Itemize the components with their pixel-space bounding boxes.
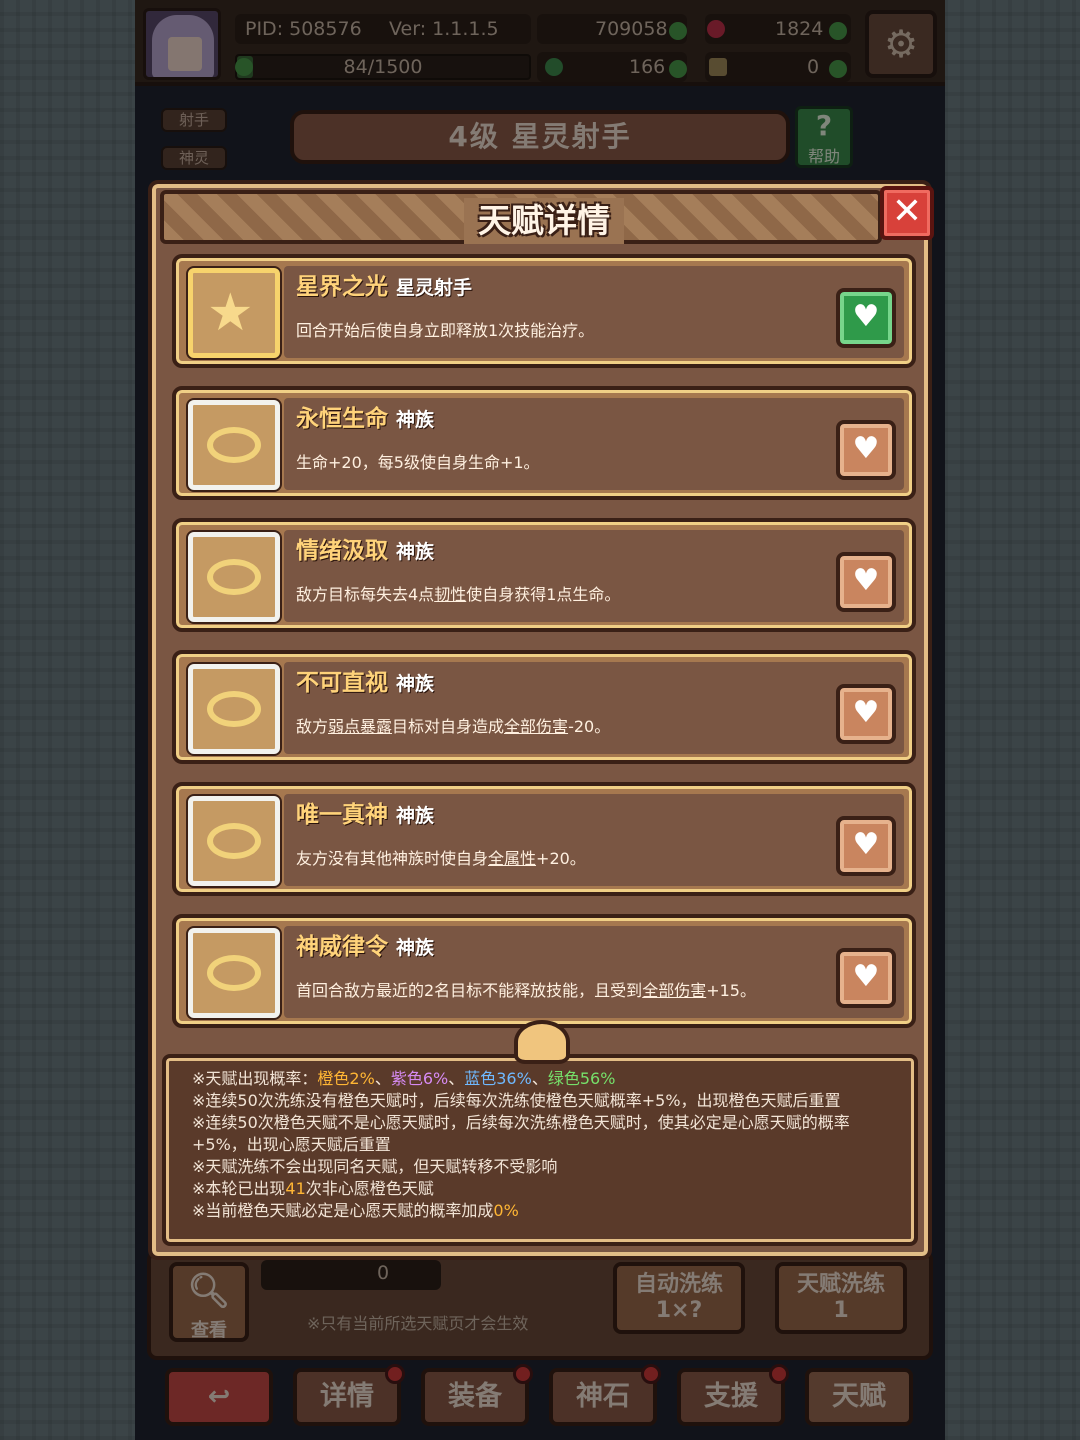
keyword-link[interactable]: 全属性: [488, 849, 536, 868]
rune-badge-icon: [188, 400, 280, 490]
talent-desc: 回合开始后使自身立即释放1次技能治疗。: [296, 321, 595, 340]
talent-body: 唯一真神 神族 友方没有其他神族时使自身全属性+20。: [284, 794, 904, 886]
talent-desc: 敌方弱点暴露目标对自身造成全部伤害-20。: [296, 714, 610, 740]
blue-rate: 蓝色36%: [464, 1069, 532, 1088]
desc-text: +20。: [536, 849, 586, 868]
talent-race: 神族: [396, 937, 435, 959]
info-line: ※天赋洗练不会出现同名天赋，但天赋转移不受影响: [192, 1157, 558, 1176]
keyword-link[interactable]: 弱点暴露: [328, 717, 392, 736]
purple-rate: 紫色6%: [390, 1069, 449, 1088]
screen: { "topbar": { "pid": "PID: 508576", "ver…: [0, 0, 1080, 1440]
info-text: ※本轮已出现: [192, 1179, 286, 1198]
talent-name: 神威律令: [296, 934, 388, 960]
talent-race: 星灵射手: [396, 277, 473, 299]
talent-body: 永恒生命 神族 生命+20，每5级使自身生命+1。: [284, 398, 904, 490]
talent-desc: 敌方目标每失去4点韧性使自身获得1点生命。: [296, 582, 620, 608]
orange-rate: 橙色2%: [317, 1069, 375, 1088]
desc-text: 敌方: [296, 717, 329, 736]
desc-text: 敌方目标每失去4点: [296, 585, 435, 604]
talent-card[interactable]: 唯一真神 神族 友方没有其他神族时使自身全属性+20。 ♥: [172, 782, 916, 896]
talent-title: 星界之光 星灵射手: [296, 270, 472, 305]
wish-heart-icon[interactable]: ♥: [836, 420, 896, 480]
separator: 、: [374, 1069, 391, 1088]
info-line: ※连续50次橙色天赋不是心愿天赋时，后续每次洗练橙色天赋时，使其必定是心愿天赋的…: [192, 1113, 850, 1154]
wish-heart-icon[interactable]: ♥: [836, 684, 896, 744]
talent-desc: 生命+20，每5级使自身生命+1。: [296, 453, 540, 472]
talent-details-dialog: 天赋详情 ✕ ★ 星界之光 星灵射手 回合开始后使自身立即释放1次技能治疗。 ♥ …: [148, 180, 934, 1260]
info-text: 次非心愿橙色天赋: [305, 1179, 434, 1198]
info-text: ※当前橙色天赋必定是心愿天赋的概率加成: [192, 1201, 494, 1220]
talent-name: 情绪汲取: [296, 538, 388, 564]
info-line: ※连续50次洗练没有橙色天赋时，后续每次洗练使橙色天赋概率+5%，出现橙色天赋后…: [192, 1091, 841, 1110]
star-badge-icon: ★: [188, 268, 280, 358]
close-icon: ✕: [891, 191, 923, 232]
talent-body: 情绪汲取 神族 敌方目标每失去4点韧性使自身获得1点生命。: [284, 530, 904, 622]
talent-name: 永恒生命: [296, 406, 388, 432]
keyword-link[interactable]: 全部伤害: [642, 981, 706, 1000]
desc-text: 目标对自身造成: [392, 717, 505, 736]
rune-badge-icon: [188, 796, 280, 886]
talent-card[interactable]: 情绪汲取 神族 敌方目标每失去4点韧性使自身获得1点生命。 ♥: [172, 518, 916, 632]
green-rate: 绿色56%: [547, 1069, 616, 1088]
talent-race: 神族: [396, 409, 435, 431]
talent-card[interactable]: 神威律令 神族 首回合敌方最近的2名目标不能释放技能，且受到全部伤害+15。 ♥: [172, 914, 916, 1028]
talent-card[interactable]: 永恒生命 神族 生命+20，每5级使自身生命+1。 ♥: [172, 386, 916, 500]
keyword-link[interactable]: 全部伤害: [504, 717, 568, 736]
wish-bonus: 0%: [493, 1201, 519, 1220]
desc-text: +15。: [706, 981, 756, 1000]
separator: 、: [448, 1069, 465, 1088]
desc-text: -20。: [568, 717, 611, 736]
rune-badge-icon: [188, 664, 280, 754]
talent-card[interactable]: ★ 星界之光 星灵射手 回合开始后使自身立即释放1次技能治疗。 ♥: [172, 254, 916, 368]
talent-race: 神族: [396, 673, 435, 695]
desc-text: 友方没有其他神族时使自身: [296, 849, 489, 868]
info-box: ※天赋出现概率：橙色2%、紫色6%、蓝色36%、绿色56% ※连续50次洗练没有…: [162, 1054, 918, 1246]
info-text: ※天赋出现概率：: [192, 1069, 318, 1088]
rune-badge-icon: [188, 928, 280, 1018]
info-line: ※当前橙色天赋必定是心愿天赋的概率加成0%: [192, 1200, 900, 1222]
wish-heart-icon[interactable]: ♥: [836, 288, 896, 348]
talent-body: 神威律令 神族 首回合敌方最近的2名目标不能释放技能，且受到全部伤害+15。: [284, 926, 904, 1018]
talent-name: 不可直视: [296, 670, 388, 696]
info-line: ※本轮已出现41次非心愿橙色天赋: [192, 1178, 900, 1200]
talent-title: 情绪汲取 神族: [296, 534, 434, 569]
talent-desc: 友方没有其他神族时使自身全属性+20。: [296, 846, 586, 872]
talent-body: 不可直视 神族 敌方弱点暴露目标对自身造成全部伤害-20。: [284, 662, 904, 754]
talent-title: 唯一真神 神族: [296, 798, 434, 833]
keyword-link[interactable]: 韧性: [434, 585, 466, 604]
talent-race: 神族: [396, 541, 435, 563]
wish-heart-icon[interactable]: ♥: [836, 948, 896, 1008]
talent-name: 唯一真神: [296, 802, 388, 828]
talent-card[interactable]: 不可直视 神族 敌方弱点暴露目标对自身造成全部伤害-20。 ♥: [172, 650, 916, 764]
wish-heart-icon[interactable]: ♥: [836, 552, 896, 612]
desc-text: 使自身获得1点生命。: [466, 585, 621, 604]
divider-ornament-icon: [514, 1020, 570, 1064]
dialog-title: 天赋详情: [464, 198, 624, 244]
probability-line: ※天赋出现概率：橙色2%、紫色6%、蓝色36%、绿色56%: [192, 1068, 900, 1090]
rune-badge-icon: [188, 532, 280, 622]
close-button[interactable]: ✕: [880, 186, 934, 240]
dialog-header: 天赋详情: [160, 190, 882, 244]
talent-body: 星界之光 星灵射手 回合开始后使自身立即释放1次技能治疗。: [284, 266, 904, 358]
desc-text: 首回合敌方最近的2名目标不能释放技能，且受到: [296, 981, 643, 1000]
talent-title: 永恒生命 神族: [296, 402, 434, 437]
talent-title: 神威律令 神族: [296, 930, 434, 965]
wish-heart-icon[interactable]: ♥: [836, 816, 896, 876]
talent-race: 神族: [396, 805, 435, 827]
talent-title: 不可直视 神族: [296, 666, 434, 701]
separator: 、: [531, 1069, 548, 1088]
talent-name: 星界之光: [296, 274, 388, 300]
talent-desc: 首回合敌方最近的2名目标不能释放技能，且受到全部伤害+15。: [296, 978, 756, 1004]
non-wish-count: 41: [285, 1179, 306, 1198]
